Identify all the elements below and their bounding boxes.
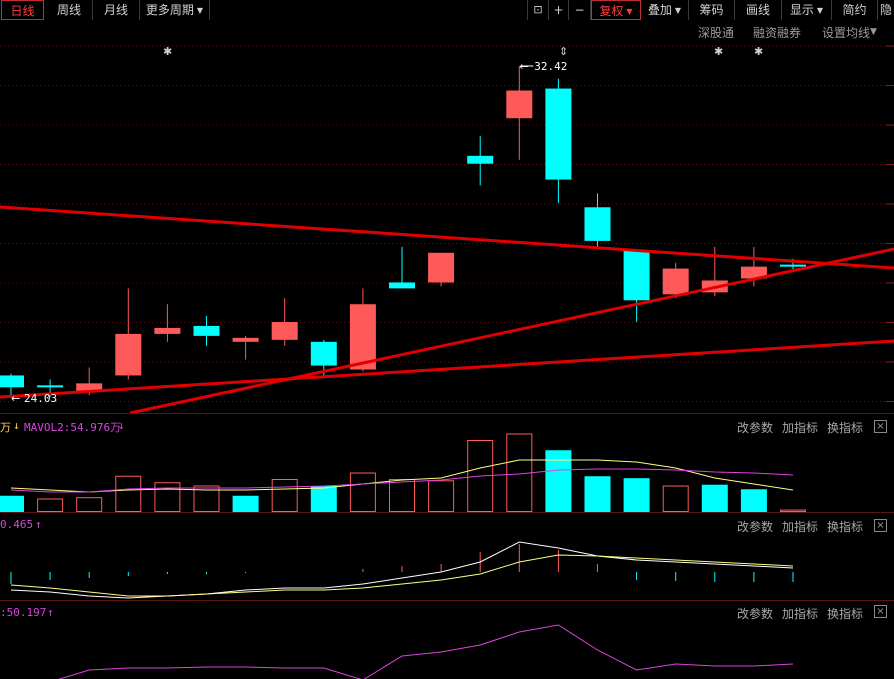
volume-bar-up — [428, 480, 455, 512]
candle-up — [428, 252, 455, 283]
volume-bar-down — [584, 476, 611, 512]
candle-down — [37, 385, 64, 388]
event-marker-icon: ✱ — [163, 45, 172, 58]
volume-bar-up — [76, 497, 103, 513]
candle-up — [271, 322, 298, 340]
candle-down — [780, 264, 806, 267]
edit-params-button[interactable]: 改参数 — [737, 518, 773, 535]
arrow-left-icon: ← — [11, 392, 20, 405]
trendline-support — [129, 247, 894, 415]
close-icon[interactable]: × — [874, 605, 887, 618]
edit-params-button[interactable]: 改参数 — [737, 419, 773, 436]
event-marker-icon: ✱ — [714, 45, 723, 58]
candle-down — [545, 88, 572, 180]
volume-bar-down — [232, 495, 259, 512]
candle-down — [389, 282, 415, 289]
switch-indicator-button[interactable]: 换指标 — [827, 605, 863, 622]
candle-down — [310, 341, 337, 366]
add-indicator-button[interactable]: 加指标 — [782, 419, 818, 436]
arrow-up-icon: ↑ — [47, 606, 54, 619]
volume-bar-up — [154, 482, 181, 512]
high-price-label: 32.42 — [534, 60, 567, 73]
arrow-down-icon: ↓ — [13, 419, 20, 432]
indicator3-line — [58, 624, 794, 679]
volume-bar-up — [389, 479, 415, 512]
edit-params-button[interactable]: 改参数 — [737, 605, 773, 622]
add-indicator-button[interactable]: 加指标 — [782, 605, 818, 622]
vol-unit: 万 — [0, 421, 11, 434]
candle-up — [115, 333, 142, 376]
arrow-down-icon: ↓ — [118, 419, 125, 432]
close-icon[interactable]: × — [874, 519, 887, 532]
switch-indicator-button[interactable]: 换指标 — [827, 518, 863, 535]
candle-up — [154, 327, 181, 334]
candle-down — [467, 155, 494, 164]
volume-bar-down — [740, 489, 767, 512]
panel-divider — [0, 512, 894, 513]
candle-up — [506, 90, 533, 119]
candle-down — [193, 325, 220, 336]
candle-down — [623, 250, 650, 301]
volume-bar-up — [349, 472, 376, 512]
volume-bar-up — [115, 475, 142, 512]
volume-bar-down — [623, 478, 650, 512]
volume-bar-up — [37, 498, 64, 512]
candle-down — [584, 207, 611, 241]
panel-divider — [0, 600, 894, 601]
volume-bar-up — [662, 485, 689, 512]
event-marker-icon: ✱ — [754, 45, 763, 58]
arrow-up-icon: ↑ — [35, 518, 42, 531]
mavol2-label: MAVOL2:54.976万 — [24, 421, 122, 434]
panel-divider — [0, 413, 894, 414]
event-marker-icon: ⇕ — [559, 45, 568, 58]
candle-up — [662, 268, 689, 295]
add-indicator-button[interactable]: 加指标 — [782, 518, 818, 535]
volume-bar-down — [701, 484, 728, 512]
switch-indicator-button[interactable]: 换指标 — [827, 419, 863, 436]
volume-bar-down — [0, 495, 24, 512]
close-icon[interactable]: × — [874, 420, 887, 433]
kline-chart[interactable]: 32.42 ← ← 24.03 ✱ ✱ ✱ ⇕ — [0, 0, 894, 679]
candle-up — [232, 337, 259, 342]
candle-down — [0, 375, 24, 388]
volume-bar-up — [271, 479, 298, 512]
volume-bar-down — [310, 486, 337, 512]
arrow-left-icon: ← — [519, 60, 528, 73]
indicator3-label: :50.197 — [0, 606, 47, 619]
macd-label: 0.465 — [0, 518, 34, 531]
low-price-label: 24.03 — [24, 392, 57, 405]
